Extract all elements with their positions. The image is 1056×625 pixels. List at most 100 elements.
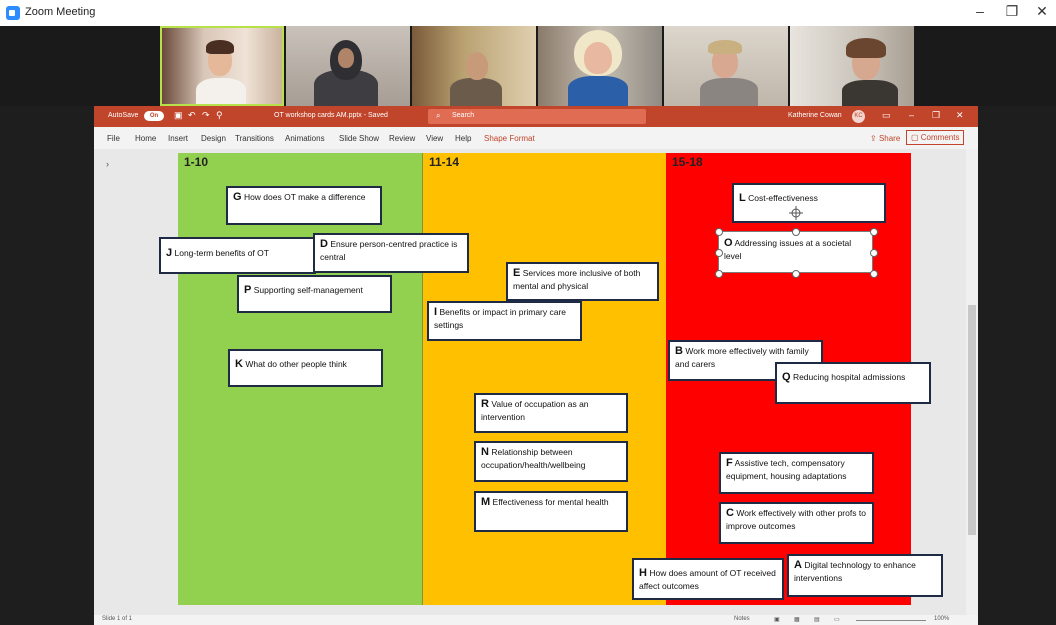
quick-access-icon[interactable]: ⚲ — [216, 110, 223, 121]
ppt-close-button[interactable]: ✕ — [956, 110, 964, 121]
slide-editor: › 1-10 11-14 15-18 G How does OT make a … — [94, 149, 966, 615]
vertical-scrollbar[interactable] — [966, 149, 978, 615]
tab-design[interactable]: Design — [201, 134, 226, 143]
minimize-button[interactable]: – — [968, 3, 992, 19]
card-text: Work effectively with other profs to imp… — [726, 508, 866, 531]
restore-button[interactable]: ❐ — [1000, 3, 1024, 20]
card-p[interactable]: P Supporting self-management — [237, 275, 392, 313]
card-i[interactable]: I Benefits or impact in primary care set… — [427, 301, 582, 341]
card-n[interactable]: N Relationship between occupation/health… — [474, 441, 628, 482]
ppt-minimize-button[interactable]: – — [909, 110, 914, 120]
autosave-label: AutoSave — [108, 112, 139, 119]
zoom-level[interactable]: 100% — [934, 616, 949, 622]
participant-video-tile[interactable] — [412, 26, 536, 106]
undo-icon[interactable]: ↶ — [188, 110, 196, 121]
tab-review[interactable]: Review — [389, 134, 415, 143]
card-q[interactable]: Q Reducing hospital admissions — [775, 362, 931, 404]
card-c[interactable]: C Work effectively with other profs to i… — [719, 502, 874, 544]
card-a[interactable]: A Digital technology to enhance interven… — [787, 554, 943, 597]
column-11-14: 11-14 — [423, 153, 666, 605]
tab-home[interactable]: Home — [135, 134, 156, 143]
avatar[interactable]: KC — [852, 110, 865, 123]
redo-icon[interactable]: ↷ — [202, 110, 210, 121]
card-letter: P — [244, 284, 252, 296]
status-bar: Slide 1 of 1 Notes ▣ ▦ ▤ ▭ 100% — [94, 615, 978, 625]
card-text: How does amount of OT received affect ou… — [639, 568, 776, 591]
zoom-titlebar: Zoom Meeting – ❐ ✕ — [0, 0, 1056, 26]
resize-handle[interactable] — [870, 249, 878, 257]
autosave-toggle[interactable]: On — [144, 111, 164, 121]
card-letter: K — [235, 358, 243, 370]
tab-slide-show[interactable]: Slide Show — [339, 134, 379, 143]
zoom-logo-icon — [6, 6, 20, 20]
sorter-view-icon[interactable]: ▦ — [794, 616, 800, 623]
resize-handle[interactable] — [792, 270, 800, 278]
card-d[interactable]: D Ensure person-centred practice is cent… — [313, 233, 469, 273]
search-icon: ⌕ — [436, 111, 441, 120]
card-text: Assistive tech, compensatory equipment, … — [726, 458, 847, 481]
save-icon[interactable]: ▣ — [174, 110, 183, 121]
resize-handle[interactable] — [715, 270, 723, 278]
participant-video-tile[interactable] — [286, 26, 410, 106]
card-letter: C — [726, 507, 734, 519]
card-o[interactable]: O Addressing issues at a societal level — [718, 231, 873, 273]
participant-video-tile[interactable] — [160, 26, 284, 106]
card-letter: A — [794, 559, 802, 571]
share-label: Share — [878, 134, 901, 143]
card-letter: E — [513, 267, 521, 279]
card-f[interactable]: F Assistive tech, compensatory equipment… — [719, 452, 874, 494]
user-name[interactable]: Katherine Cowan — [788, 112, 842, 119]
tab-shape-format[interactable]: Shape Format — [484, 134, 535, 143]
card-m[interactable]: M Effectiveness for mental health — [474, 491, 628, 532]
tab-animations[interactable]: Animations — [285, 134, 325, 143]
column-label: 11-14 — [429, 155, 460, 169]
card-r[interactable]: R Value of occupation as an intervention — [474, 393, 628, 433]
tab-file[interactable]: File — [107, 134, 120, 143]
close-button[interactable]: ✕ — [1030, 3, 1054, 20]
share-button[interactable]: ⇪ Share — [870, 134, 900, 143]
search-box[interactable]: Search ⌕ — [428, 109, 646, 124]
card-e[interactable]: E Services more inclusive of both mental… — [506, 262, 659, 301]
card-text: Ensure person-centred practice is centra… — [320, 239, 458, 262]
resize-handle[interactable] — [870, 228, 878, 236]
card-text: Digital technology to enhance interventi… — [794, 560, 916, 583]
move-cursor-icon — [789, 206, 803, 220]
reading-view-icon[interactable]: ▤ — [814, 616, 820, 623]
participant-video-tile[interactable] — [538, 26, 662, 106]
card-letter: F — [726, 457, 733, 469]
column-label: 1-10 — [184, 155, 209, 169]
tab-transitions[interactable]: Transitions — [235, 134, 274, 143]
zoom-slider[interactable] — [856, 620, 926, 621]
expand-thumbnails-icon[interactable]: › — [106, 159, 109, 169]
resize-handle[interactable] — [792, 228, 800, 236]
ppt-restore-button[interactable]: ❐ — [932, 110, 940, 121]
tab-insert[interactable]: Insert — [168, 134, 188, 143]
card-h[interactable]: H How does amount of OT received affect … — [632, 558, 784, 600]
comments-button[interactable]: ▢ Comments — [906, 130, 965, 145]
slide-canvas[interactable]: 1-10 11-14 15-18 G How does OT make a di… — [159, 153, 943, 605]
resize-handle[interactable] — [870, 270, 878, 278]
card-g[interactable]: G How does OT make a difference — [226, 186, 382, 225]
card-letter: G — [233, 191, 242, 203]
powerpoint-titlebar: AutoSave On ▣ ↶ ↷ ⚲ OT workshop cards AM… — [94, 106, 978, 127]
column-label: 15-18 — [672, 155, 703, 169]
resize-handle[interactable] — [715, 228, 723, 236]
slideshow-view-icon[interactable]: ▭ — [834, 616, 840, 623]
document-title[interactable]: OT workshop cards AM.pptx - Saved — [274, 112, 388, 119]
tab-view[interactable]: View — [426, 134, 443, 143]
card-j[interactable]: J Long-term benefits of OT — [159, 237, 316, 274]
normal-view-icon[interactable]: ▣ — [774, 616, 780, 623]
participant-video-tile[interactable] — [790, 26, 914, 106]
card-text: How does OT make a difference — [243, 192, 366, 202]
search-placeholder: Search — [452, 112, 475, 119]
ribbon-display-icon[interactable]: ▭ — [882, 110, 891, 121]
scrollbar-thumb[interactable] — [968, 305, 976, 535]
resize-handle[interactable] — [715, 249, 723, 257]
participant-video-tile[interactable] — [664, 26, 788, 106]
card-text: Relationship between occupation/health/w… — [481, 447, 586, 470]
tab-help[interactable]: Help — [455, 134, 471, 143]
card-l[interactable]: L Cost-effectiveness — [732, 183, 886, 223]
comments-label: Comments — [920, 133, 960, 142]
notes-button[interactable]: Notes — [734, 616, 750, 622]
card-k[interactable]: K What do other people think — [228, 349, 383, 387]
